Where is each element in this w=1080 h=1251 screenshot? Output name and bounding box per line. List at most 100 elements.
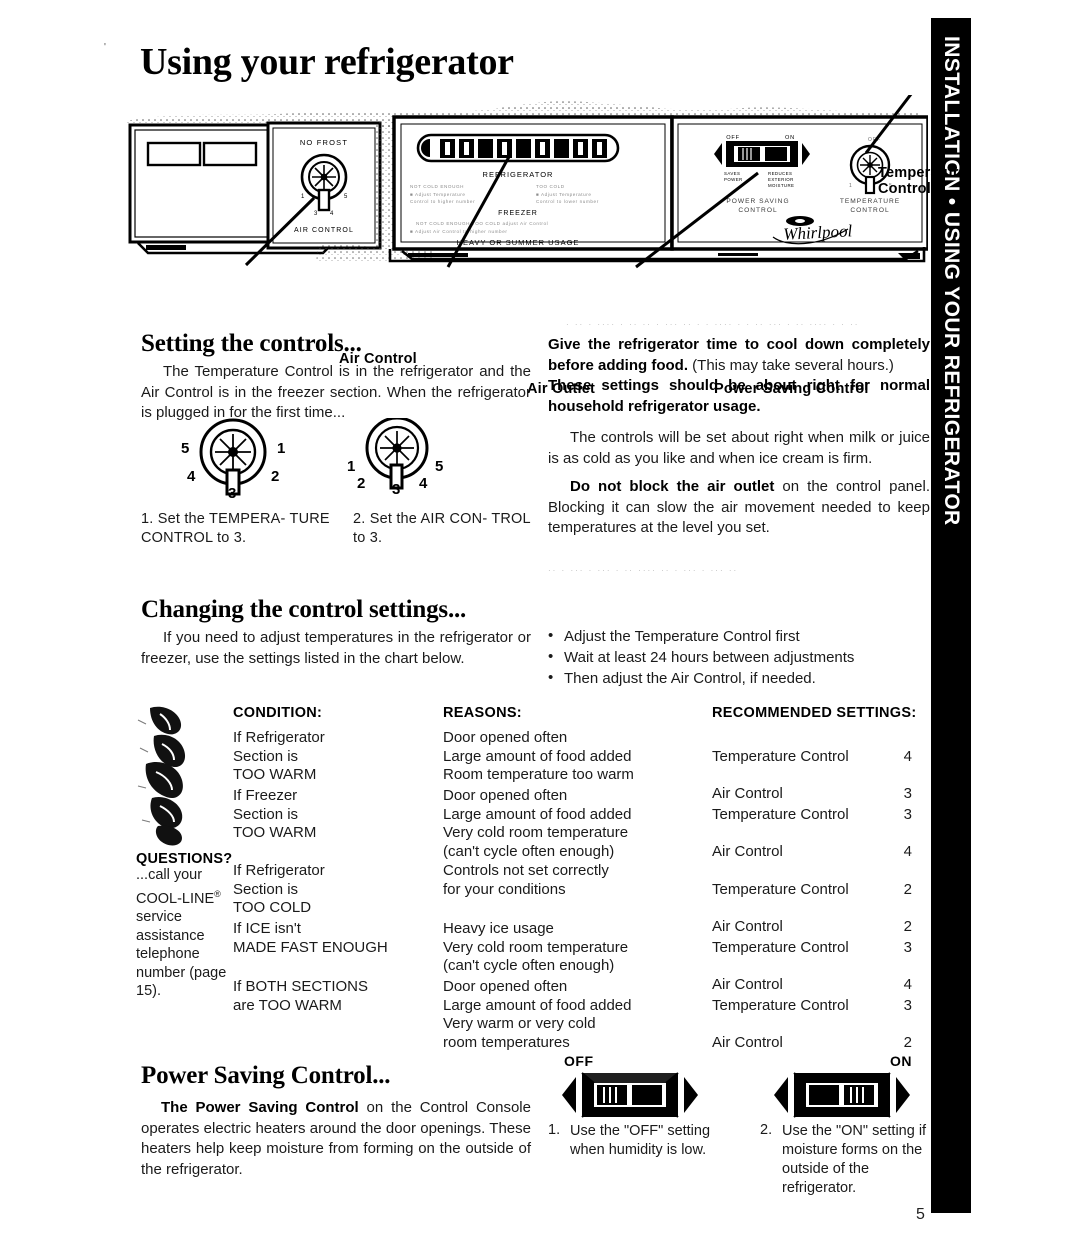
svg-text:■ Adjust Temperature: ■ Adjust Temperature — [536, 192, 592, 197]
cool-down-rest: (This may take several hours.) — [688, 356, 894, 374]
power-saving-paragraph: The Power Saving Control on the Control … — [141, 1098, 531, 1180]
scan-artifact-mark: ' — [104, 42, 106, 53]
setting-value: 3 — [903, 938, 912, 956]
svg-text:1: 1 — [849, 183, 852, 189]
section-tab-label: INSTALLATION • USING YOUR REFRIGERATOR — [940, 36, 963, 526]
svg-text:TEMPERATURE: TEMPERATURE — [840, 198, 900, 205]
setting-control: Temperature Control — [712, 747, 849, 765]
svg-text:POWER SAVING: POWER SAVING — [726, 198, 789, 205]
control-console-drawing: NO FROST 1 5 3 4 AIR CONTROL REFRIGERATO… — [126, 95, 928, 269]
heading-setting-the-controls: Setting the controls... — [141, 330, 362, 357]
setting-control: Temperature Control — [712, 880, 849, 898]
setting-control: Temperature Control — [712, 938, 849, 956]
row-reasons: Door opened often Large amount of food a… — [443, 978, 632, 1051]
svg-text:3: 3 — [392, 481, 400, 498]
svg-text:1: 1 — [347, 458, 355, 475]
row-reasons: Controls not set correctly for your cond… — [443, 862, 609, 898]
dial-2-caption: 2. Set the AIR CON- TROL to 3. — [353, 511, 531, 546]
svg-text:FREEZER: FREEZER — [498, 210, 538, 217]
svg-text:CONTROL: CONTROL — [850, 207, 889, 214]
column-header-condition: CONDITION: — [233, 705, 323, 721]
row-condition: If Refrigerator Section is TOO COLD — [233, 862, 325, 917]
svg-text:■ Adjust Air Control to higher: ■ Adjust Air Control to higher number — [410, 229, 508, 234]
row-reasons: Door opened often Large amount of food a… — [443, 729, 634, 784]
column-header-recommended-settings: RECOMMENDED SETTINGS: — [712, 705, 917, 721]
dial-diagrams: 5 1 4 2 3 1 5 2 4 3 — [141, 416, 541, 502]
svg-text:5: 5 — [435, 458, 443, 475]
bold-do-not-block: Do not block the air outlet — [570, 478, 775, 495]
list-item: Adjust the Temperature Control first — [548, 625, 933, 647]
registered-trademark-icon: ® — [214, 888, 221, 899]
cool-line-brand: COOL-LINE — [136, 890, 215, 907]
switch-on-label: ON — [890, 1053, 912, 1069]
svg-text:Control to lower number: Control to lower number — [536, 199, 599, 204]
svg-text:2: 2 — [357, 475, 365, 492]
scan-ghost-line-top: · ·· · ···· · ·· ·· · ··· ·· · · ···· · … — [566, 320, 860, 329]
row-condition: If BOTH SECTIONS are TOO WARM — [233, 978, 369, 1014]
rocker-switch-off-drawing — [562, 1072, 698, 1118]
switch-step-2-text: Use the "ON" setting if moisture forms o… — [782, 1123, 927, 1196]
setting-control: Air Control — [712, 842, 783, 860]
decorative-ink-illustration — [136, 702, 224, 850]
svg-text:SAVES: SAVES — [724, 171, 740, 176]
setting-value: 4 — [903, 747, 912, 765]
svg-text:REDUCES: REDUCES — [768, 171, 792, 176]
switch-step-1-text: Use the "OFF" setting when humidity is l… — [570, 1123, 711, 1158]
svg-text:CONTROL: CONTROL — [738, 207, 777, 214]
svg-text:4: 4 — [187, 468, 196, 485]
switch-illustration-off: OFF — [556, 1053, 726, 1118]
list-item: Wait at least 24 hours between adjustmen… — [548, 646, 933, 668]
setting-value: 3 — [903, 805, 912, 823]
rocker-switch-on-drawing — [774, 1072, 910, 1118]
svg-text:5: 5 — [181, 440, 189, 457]
svg-text:2: 2 — [271, 468, 279, 485]
svg-text:NOT COLD ENOUGH: NOT COLD ENOUGH — [410, 184, 464, 189]
switch-off-label: OFF — [564, 1053, 594, 1069]
section-tab: INSTALLATION • USING YOUR REFRIGERATOR — [931, 18, 971, 1213]
changing-paragraph: If you need to adjust temperatures in th… — [141, 629, 531, 667]
questions-body: ...call your COOL-LINE® service assistan… — [136, 866, 234, 1001]
svg-text:3: 3 — [228, 485, 236, 500]
scan-ghost-line-mid: ·· · ··· · ··· · ·· ···· ·· · ··· · ··· … — [548, 566, 739, 575]
setting-value: 2 — [903, 1033, 912, 1051]
setting-control: Air Control — [712, 1033, 783, 1051]
control-console-illustration: NO FROST 1 5 3 4 AIR CONTROL REFRIGERATO… — [118, 95, 967, 397]
setting-paragraph: The Temperature Control is in the refrig… — [141, 363, 531, 421]
adjustment-bullet-list: Adjust the Temperature Control first Wai… — [548, 625, 933, 689]
page-number: 5 — [916, 1206, 925, 1223]
callout-temperature-control: Temperature Control — [878, 165, 967, 197]
setting-value: 2 — [903, 880, 912, 898]
controls-set-right-paragraph: The controls will be set about right whe… — [548, 429, 930, 467]
svg-text:■ Adjust Temperature: ■ Adjust Temperature — [410, 192, 466, 197]
manual-page: INSTALLATION • USING YOUR REFRIGERATOR '… — [0, 0, 1080, 1251]
svg-text:OFF: OFF — [726, 135, 740, 141]
questions-heading: QUESTIONS? — [136, 851, 233, 867]
svg-text:REFRIGERATOR: REFRIGERATOR — [483, 170, 554, 179]
hand-sketch-icon — [137, 706, 186, 846]
setting-control: Temperature Control — [712, 996, 849, 1014]
svg-text:NOT COLD ENOUGH TOO COLD adj: NOT COLD ENOUGH TOO COLD adjust Air Cont… — [416, 221, 548, 226]
svg-text:AIR CONTROL: AIR CONTROL — [294, 227, 354, 234]
setting-value: 4 — [903, 842, 912, 860]
svg-text:1: 1 — [277, 440, 285, 457]
dial-1-caption: 1. Set the TEMPERA- TURE CONTROL to 3. — [141, 511, 330, 546]
setting-value: 3 — [903, 996, 912, 1014]
svg-text:TOO COLD: TOO COLD — [536, 184, 565, 189]
heading-changing-the-control-settings: Changing the control settings... — [141, 596, 467, 623]
svg-text:HEAVY OR SUMMER USAGE: HEAVY OR SUMMER USAGE — [457, 238, 580, 247]
questions-rest: service assistance telephone number (pag… — [136, 909, 227, 1000]
svg-text:NO FROST: NO FROST — [300, 138, 348, 147]
questions-line-1: ...call your — [136, 867, 203, 883]
row-reasons: Door opened often Large amount of food a… — [443, 787, 632, 860]
setting-control: Temperature Control — [712, 805, 849, 823]
row-condition: If Refrigerator Section is TOO WARM — [233, 729, 325, 784]
setting-right-column-top: Give the refrigerator time to cool down … — [548, 335, 930, 417]
svg-text:EXTERIOR: EXTERIOR — [768, 177, 794, 182]
column-header-reasons: REASONS: — [443, 705, 522, 721]
svg-text:4: 4 — [419, 475, 428, 492]
setting-right-column-bottom: The controls will be set about right whe… — [548, 428, 930, 539]
svg-text:Control to higher number: Control to higher number — [410, 199, 475, 204]
bold-power-saving-control: The Power Saving Control — [161, 1099, 359, 1116]
svg-text:POWER: POWER — [724, 177, 743, 182]
row-condition: If ICE isn't MADE FAST ENOUGH — [233, 920, 388, 956]
